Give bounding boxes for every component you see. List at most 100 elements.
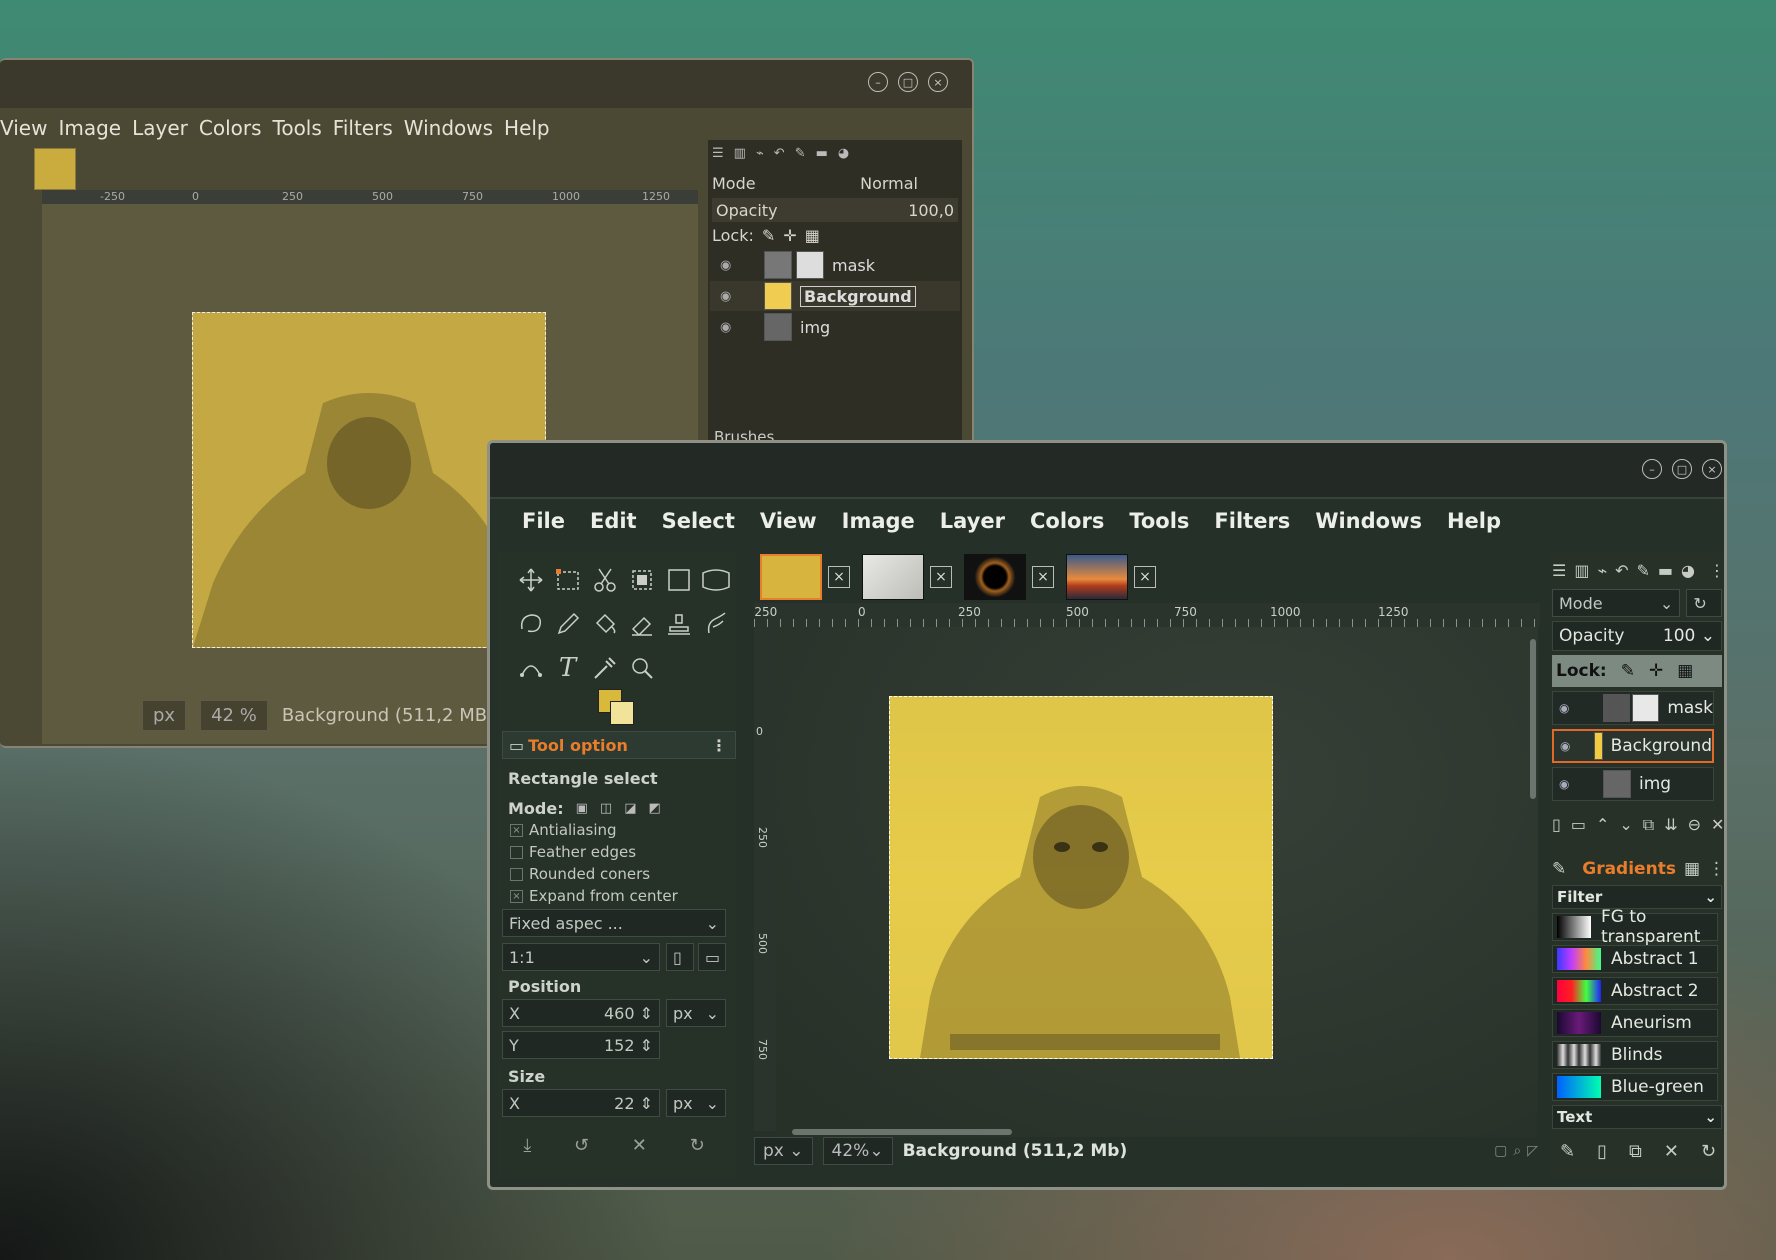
- edit-gradient-icon[interactable]: ✎: [1560, 1141, 1575, 1162]
- vertical-scrollbar[interactable]: [1530, 639, 1536, 799]
- menu-view[interactable]: View: [0, 116, 47, 140]
- canvas-image[interactable]: [889, 696, 1273, 1059]
- antialiasing-checkbox[interactable]: × Antialiasing: [510, 821, 617, 839]
- layer-row-img[interactable]: ◉ img: [710, 312, 960, 342]
- close-icon[interactable]: ×: [928, 72, 948, 92]
- gradient-tab-icon[interactable]: ▬: [816, 146, 828, 161]
- position-unit-dropdown[interactable]: px ⌄: [666, 999, 726, 1027]
- menu-file[interactable]: File: [522, 509, 565, 533]
- menu-colors[interactable]: Colors: [1030, 509, 1104, 533]
- menu-filters[interactable]: Filters: [333, 116, 393, 140]
- gradient-tab-icon[interactable]: ▬: [1658, 561, 1673, 580]
- checkbox-icon[interactable]: [510, 867, 523, 881]
- ratio-field[interactable]: 1:1 ⌄: [502, 943, 660, 971]
- image-tab-eclipse[interactable]: ×: [964, 554, 1054, 600]
- bucket-fill-icon[interactable]: [586, 607, 623, 641]
- warp-transform-icon[interactable]: [697, 563, 734, 597]
- paths-tool-icon[interactable]: [512, 651, 549, 685]
- undo-history-icon[interactable]: ↶: [774, 146, 785, 161]
- minimize-icon[interactable]: –: [868, 72, 888, 92]
- new-gradient-icon[interactable]: ▯: [1597, 1141, 1607, 1162]
- panel-menu-icon[interactable]: ⋮: [1708, 859, 1724, 879]
- fit-window-icon[interactable]: ▢: [1494, 1143, 1507, 1159]
- text-dropdown[interactable]: Text ⌄: [1552, 1105, 1722, 1129]
- mode-replace-icon[interactable]: ▣: [576, 801, 588, 816]
- maximize-icon[interactable]: □: [898, 72, 918, 92]
- maximize-icon[interactable]: □: [1672, 459, 1692, 479]
- background-color[interactable]: [610, 701, 634, 725]
- zoom-tool-icon[interactable]: [623, 651, 660, 685]
- visibility-eye-icon[interactable]: ◉: [1560, 739, 1570, 753]
- palette-tab-icon[interactable]: ◕: [838, 146, 849, 161]
- scissors-tool-icon[interactable]: [586, 563, 623, 597]
- rounded-corners-checkbox[interactable]: Rounded coners: [510, 865, 650, 883]
- checkbox-icon[interactable]: ×: [510, 823, 523, 837]
- lock-pixels-icon[interactable]: ✎: [762, 226, 775, 245]
- position-x-field[interactable]: X 460 ⇕: [502, 999, 660, 1027]
- brush-tab-icon[interactable]: ✎: [1552, 859, 1566, 879]
- rect-select-tool-icon[interactable]: [549, 563, 586, 597]
- close-tab-icon[interactable]: ×: [1134, 566, 1156, 588]
- title-bar[interactable]: – □ ×: [490, 443, 1724, 499]
- brush-tab-icon[interactable]: ✎: [795, 146, 806, 161]
- lock-position-icon[interactable]: ✛: [783, 226, 796, 245]
- menu-layer[interactable]: Layer: [940, 509, 1005, 533]
- palette-tab-icon[interactable]: ◕: [1681, 561, 1695, 580]
- gradient-item-fg-transparent[interactable]: FG to transparent: [1552, 907, 1718, 947]
- filter-dropdown[interactable]: Filter ⌄: [1552, 885, 1722, 909]
- restore-preset-icon[interactable]: ↺: [574, 1135, 589, 1156]
- spinner-icon[interactable]: ⇕: [640, 1004, 653, 1023]
- save-preset-icon[interactable]: ⤓: [523, 1135, 531, 1156]
- close-tab-icon[interactable]: ×: [828, 566, 850, 588]
- channels-tab-icon[interactable]: ▥: [734, 146, 746, 161]
- close-icon[interactable]: ×: [1702, 459, 1722, 479]
- mode-select[interactable]: Normal: [860, 174, 918, 193]
- move-tool-icon[interactable]: [512, 563, 549, 597]
- gimp-main-window[interactable]: – □ × File Edit Select View Image Layer …: [487, 440, 1727, 1190]
- undo-history-icon[interactable]: ↶: [1615, 561, 1628, 580]
- composite-mode-icon[interactable]: ↻: [1686, 589, 1722, 617]
- opacity-slider[interactable]: Opacity 100,0: [712, 198, 958, 222]
- channels-tab-icon[interactable]: ▥: [1574, 561, 1589, 580]
- position-y-field[interactable]: Y 152 ⇕: [502, 1031, 660, 1059]
- smudge-tool-icon[interactable]: [697, 607, 734, 641]
- gradient-item-blinds[interactable]: Blinds: [1552, 1041, 1718, 1069]
- menu-tools[interactable]: Tools: [273, 116, 322, 140]
- layer-row-mask[interactable]: ◉ mask: [1552, 691, 1714, 725]
- pencil-tool-icon[interactable]: [549, 607, 586, 641]
- lock-pixels-icon[interactable]: ✎: [1621, 661, 1635, 681]
- opacity-value[interactable]: 100,0: [908, 201, 954, 220]
- mode-intersect-icon[interactable]: ◩: [649, 801, 661, 816]
- gradients-tab[interactable]: Gradients: [1582, 859, 1676, 879]
- zoom-select[interactable]: 42 %: [200, 700, 268, 731]
- fixed-aspect-dropdown[interactable]: Fixed aspec ... ⌄: [502, 909, 726, 937]
- raise-layer-icon[interactable]: ⌃: [1596, 815, 1609, 835]
- color-picker-icon[interactable]: [586, 651, 623, 685]
- close-tab-icon[interactable]: ×: [930, 566, 952, 588]
- new-group-icon[interactable]: ▭: [1571, 815, 1586, 835]
- menu-windows[interactable]: Windows: [404, 116, 493, 140]
- menu-edit[interactable]: Edit: [590, 509, 637, 533]
- landscape-icon[interactable]: ▭: [698, 943, 726, 971]
- expand-from-center-checkbox[interactable]: × Expand from center: [510, 887, 678, 905]
- menu-layer[interactable]: Layer: [132, 116, 188, 140]
- opacity-slider[interactable]: Opacity 100 ⌄: [1552, 621, 1722, 651]
- fg-bg-color-swatch[interactable]: [598, 689, 638, 729]
- menu-filters[interactable]: Filters: [1214, 509, 1290, 533]
- merge-layer-icon[interactable]: ⇊: [1664, 815, 1677, 835]
- navigate-icon[interactable]: ◸: [1527, 1143, 1538, 1159]
- menu-colors[interactable]: Colors: [199, 116, 262, 140]
- unit-select[interactable]: px ⌄: [754, 1137, 813, 1165]
- title-bar[interactable]: – □ ×: [0, 60, 972, 108]
- mode-subtract-icon[interactable]: ◪: [624, 801, 636, 816]
- zoom-select[interactable]: 42%⌄: [822, 1137, 893, 1165]
- gradient-item-aneurism[interactable]: Aneurism: [1552, 1009, 1718, 1037]
- checkbox-icon[interactable]: [510, 845, 523, 859]
- layer-row-background[interactable]: ◉ Background: [710, 281, 960, 311]
- menu-view[interactable]: View: [760, 509, 817, 533]
- mask-icon[interactable]: ⊖: [1688, 815, 1701, 835]
- menu-windows[interactable]: Windows: [1315, 509, 1422, 533]
- layers-tab-icon[interactable]: ☰: [712, 146, 724, 161]
- menu-help[interactable]: Help: [1447, 509, 1501, 533]
- spinner-icon[interactable]: ⇕: [640, 1094, 653, 1113]
